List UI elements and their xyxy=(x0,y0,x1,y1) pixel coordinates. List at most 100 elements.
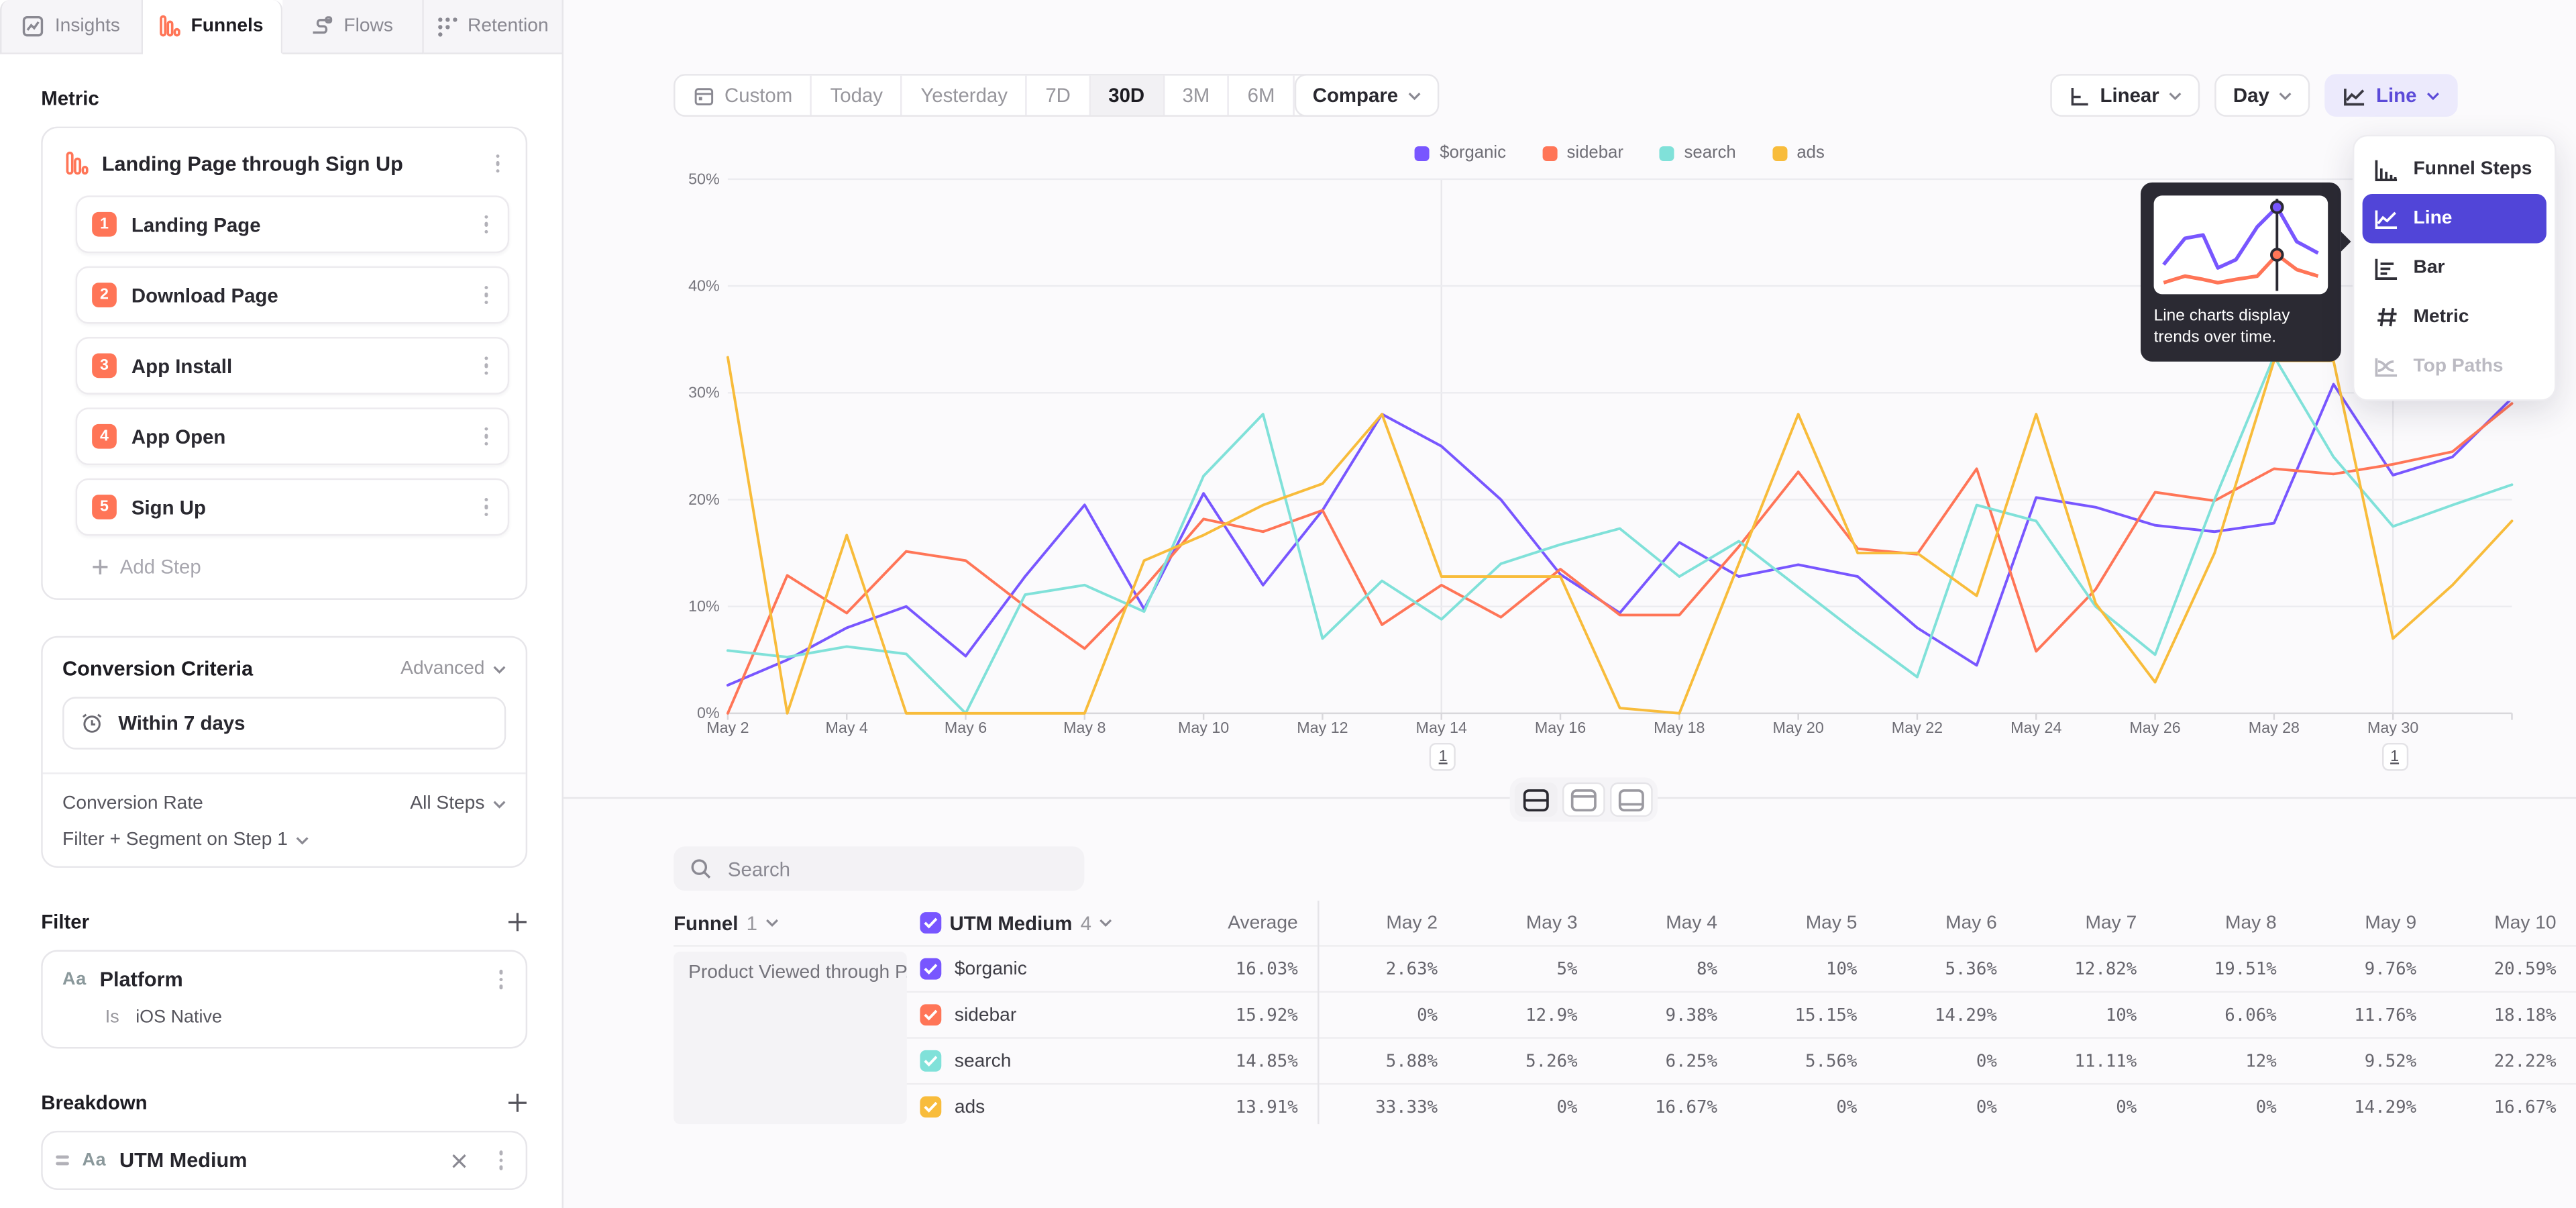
scale-dropdown-button[interactable]: Linear xyxy=(2051,74,2200,117)
chart-type-tooltip: Line charts display trends over time. xyxy=(2141,183,2341,362)
cell-value: 12.9% xyxy=(1458,1005,1597,1025)
date-column-header[interactable]: May 10 xyxy=(2436,913,2576,932)
advanced-dropdown[interactable]: Advanced xyxy=(400,659,506,678)
range-30d[interactable]: 30D xyxy=(1090,76,1164,115)
date-range-segmented-control: Custom Today Yesterday 7D 30D 3M 6M 12M xyxy=(674,74,1371,117)
step-kebab-icon[interactable] xyxy=(478,356,494,375)
checkbox-check-icon xyxy=(923,963,938,974)
breakdown-kebab-icon[interactable] xyxy=(493,1151,509,1170)
add-breakdown-button[interactable] xyxy=(508,1093,527,1113)
menu-item-funnel-steps[interactable]: Funnel Steps xyxy=(2363,145,2546,194)
legend-item[interactable]: sidebar xyxy=(1542,143,1623,162)
tab-funnels[interactable]: Funnels xyxy=(142,0,282,54)
breakdown-column-header[interactable]: UTM Medium 4 xyxy=(920,911,1163,934)
step-kebab-icon[interactable] xyxy=(478,427,494,446)
step-kebab-icon[interactable] xyxy=(478,215,494,234)
x-axis-label: May 24 xyxy=(1987,720,2086,738)
chevron-down-icon xyxy=(493,665,506,673)
x-axis-label: May 12 xyxy=(1273,720,1372,738)
top-paths-icon xyxy=(2374,355,2399,378)
row-checkbox[interactable] xyxy=(920,1004,941,1025)
funnel-step-3[interactable]: 3 App Install xyxy=(76,337,510,395)
date-column-header[interactable]: May 8 xyxy=(2157,913,2296,932)
step-kebab-icon[interactable] xyxy=(478,285,494,305)
menu-item-line[interactable]: Line xyxy=(2363,194,2546,243)
step-kebab-icon[interactable] xyxy=(478,497,494,517)
funnel-step-1[interactable]: 1 Landing Page xyxy=(76,195,510,253)
row-checkbox[interactable] xyxy=(920,958,941,980)
tab-insights[interactable]: Insights xyxy=(0,0,142,54)
date-column-header[interactable]: May 3 xyxy=(1458,913,1597,932)
date-column-header[interactable]: May 2 xyxy=(1318,913,1457,932)
funnel-step-5[interactable]: 5 Sign Up xyxy=(76,479,510,536)
table-row[interactable]: search 14.85% 5.88%5.26%6.25%5.56%0%11.1… xyxy=(674,1037,2576,1083)
drag-handle-icon[interactable] xyxy=(56,1156,69,1165)
annotation-badge[interactable]: 1 xyxy=(2381,743,2408,771)
filter-heading: Filter xyxy=(41,911,89,934)
search-input[interactable] xyxy=(724,856,1068,882)
breakdown-header-label: UTM Medium xyxy=(950,911,1073,934)
tab-flows[interactable]: Flows xyxy=(282,0,423,54)
range-3m[interactable]: 3M xyxy=(1165,76,1230,115)
legend-item[interactable]: search xyxy=(1660,143,1736,162)
add-step-button[interactable]: Add Step xyxy=(92,556,509,578)
table-row[interactable]: sidebar 15.92% 0%12.9%9.38%15.15%14.29%1… xyxy=(674,991,2576,1038)
date-column-header[interactable]: May 7 xyxy=(2017,913,2156,932)
average-column-header[interactable]: Average xyxy=(1163,913,1318,932)
chart-type-label: Line xyxy=(2376,84,2416,107)
conversion-rate-dropdown[interactable]: All Steps xyxy=(410,794,506,813)
conversion-rate-label: Conversion Rate xyxy=(62,794,203,813)
funnel-step-2[interactable]: 2 Download Page xyxy=(76,266,510,324)
filter-kebab-icon[interactable] xyxy=(493,970,509,989)
add-filter-button[interactable] xyxy=(508,912,527,932)
select-all-checkbox[interactable] xyxy=(920,912,941,934)
tab-retention[interactable]: Retention xyxy=(423,0,564,54)
menu-item-metric[interactable]: Metric xyxy=(2363,293,2546,342)
row-checkbox[interactable] xyxy=(920,1096,941,1117)
date-column-header[interactable]: May 9 xyxy=(2296,913,2436,932)
compare-button[interactable]: Compare xyxy=(1295,74,1440,117)
cell-value: 16.67% xyxy=(1597,1097,1737,1117)
layout-table-button[interactable] xyxy=(1610,783,1653,817)
range-label: Today xyxy=(830,84,883,107)
layout-chart-button[interactable] xyxy=(1562,783,1605,817)
x-axis-label: May 18 xyxy=(1630,720,1729,738)
x-axis-label: May 14 xyxy=(1392,720,1491,738)
range-7d[interactable]: 7D xyxy=(1027,76,1090,115)
table-row[interactable]: $organic 16.03% 2.63%5%8%10%5.36%12.82%1… xyxy=(674,945,2576,991)
filter-value[interactable]: iOS Native xyxy=(136,1007,222,1027)
breakdown-heading: Breakdown xyxy=(41,1091,147,1114)
row-checkbox[interactable] xyxy=(920,1050,941,1072)
funnel-name-cell[interactable]: Product Viewed through P... xyxy=(674,952,907,1124)
menu-item-bar[interactable]: Bar xyxy=(2363,243,2546,292)
table-row[interactable]: ads 13.91% 33.33%0%16.67%0%0%0%0%14.29%1… xyxy=(674,1083,2576,1129)
menu-item-top-paths[interactable]: Top Paths xyxy=(2363,342,2546,391)
close-icon[interactable] xyxy=(451,1153,466,1168)
chart-type-dropdown-button[interactable]: Line xyxy=(2325,74,2458,117)
date-column-header[interactable]: May 6 xyxy=(1877,913,2017,932)
date-column-header[interactable]: May 4 xyxy=(1597,913,1737,932)
funnel-column-header[interactable]: Funnel 1 xyxy=(674,911,920,934)
legend-item[interactable]: $organic xyxy=(1415,143,1506,162)
metric-kebab-icon[interactable] xyxy=(490,154,506,173)
conversion-window-button[interactable]: Within 7 days xyxy=(62,697,506,749)
cell-value: 16.67% xyxy=(2436,1097,2576,1117)
breakdown-card-utm-medium[interactable]: Aa UTM Medium xyxy=(41,1131,527,1190)
legend-swatch xyxy=(1772,146,1787,160)
range-today[interactable]: Today xyxy=(812,76,903,115)
layout-split-button[interactable] xyxy=(1515,783,1558,817)
date-column-header[interactable]: May 5 xyxy=(1737,913,1876,932)
range-yesterday[interactable]: Yesterday xyxy=(902,76,1027,115)
range-custom[interactable]: Custom xyxy=(676,76,812,115)
granularity-dropdown-button[interactable]: Day xyxy=(2215,74,2310,117)
filter-card-platform[interactable]: Aa Platform Is iOS Native xyxy=(41,950,527,1049)
tab-label: Funnels xyxy=(191,16,264,36)
filter-segment-step1-dropdown[interactable]: Filter + Segment on Step 1 xyxy=(62,830,506,850)
sidebar-content: Metric Landing Page through Sign Up 1 La… xyxy=(0,54,562,1208)
funnel-step-4[interactable]: 4 App Open xyxy=(76,407,510,465)
annotation-badge[interactable]: 1 xyxy=(1430,743,1456,771)
range-label: 6M xyxy=(1248,84,1275,107)
range-6m[interactable]: 6M xyxy=(1230,76,1295,115)
chevron-down-icon xyxy=(296,836,309,844)
legend-item[interactable]: ads xyxy=(1772,143,1825,162)
